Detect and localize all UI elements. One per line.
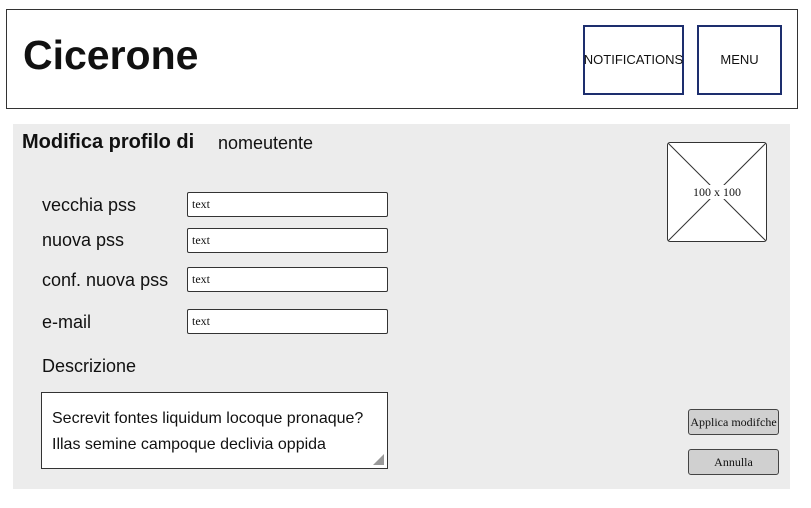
avatar-placeholder: 100 x 100	[667, 142, 767, 242]
app-title: Cicerone	[23, 32, 199, 78]
description-textarea[interactable]: Secrevit fontes liquidum locoque pronaqu…	[41, 392, 388, 469]
old-password-field[interactable]	[187, 192, 388, 217]
description-line: Illas semine campoque declivia oppida	[52, 436, 326, 453]
old-password-label: vecchia pss	[42, 195, 137, 215]
resize-grip-icon[interactable]	[373, 454, 384, 465]
app-header: Cicerone NOTIFICATIONS MENU	[6, 9, 798, 109]
new-password-label: nuova pss	[42, 230, 125, 250]
new-password-field[interactable]	[187, 228, 388, 253]
avatar-size-label: 100 x 100	[692, 185, 742, 199]
email-label: e-mail	[42, 312, 92, 332]
page-title: Modifica profilo di	[22, 131, 195, 153]
confirm-password-field[interactable]	[187, 267, 388, 292]
username-label: nomeutente	[218, 133, 314, 153]
edit-profile-panel: Modifica profilo di nomeutente vecchia p…	[13, 124, 790, 489]
description-line: Secrevit fontes liquidum locoque pronaqu…	[52, 410, 364, 427]
cancel-button[interactable]: Annulla	[688, 449, 779, 475]
apply-changes-button[interactable]: Applica modifche	[688, 409, 779, 435]
email-field[interactable]	[187, 309, 388, 334]
description-label: Descrizione	[42, 356, 137, 376]
confirm-password-label: conf. nuova pss	[42, 270, 169, 290]
notifications-button[interactable]: NOTIFICATIONS	[583, 25, 684, 95]
menu-button[interactable]: MENU	[697, 25, 782, 95]
